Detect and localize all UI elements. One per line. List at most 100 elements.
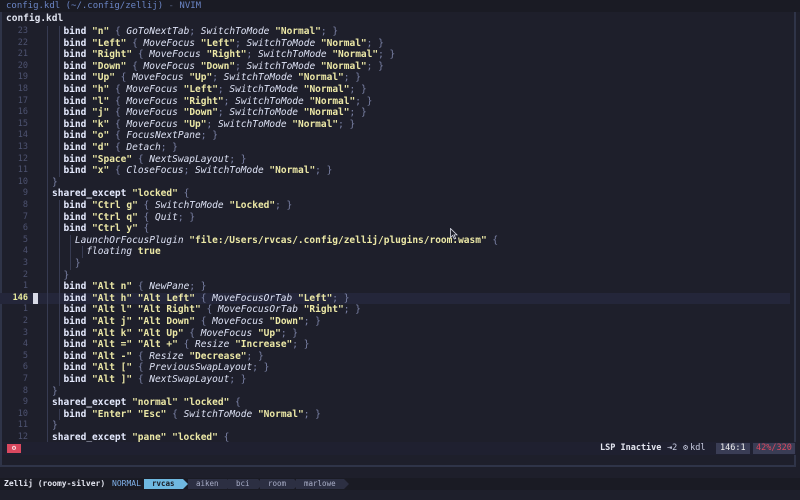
code-text: bind "Alt j" "Alt Down" { MoveFocus "Dow… (63, 316, 320, 328)
code-text: LaunchOrFocusPlugin "file:/Users/rvcas/.… (75, 235, 498, 247)
line-number: 3 (22, 258, 28, 268)
code-text: } (52, 386, 58, 398)
code-line[interactable]: 19 bind "Up" { MoveFocus "Up"; SwitchToMo… (0, 72, 790, 84)
code-token: ; } (275, 200, 293, 211)
code-line[interactable]: 6 bind "Alt [" { PreviousSwapLayout; } (0, 362, 790, 374)
code-line[interactable]: 20 bind "Down" { MoveFocus "Down"; Switch… (0, 60, 790, 73)
zellij-tab[interactable]: room (260, 479, 300, 489)
code-line[interactable]: 3 bind "Alt k" "Alt Up" { MoveFocus "Up";… (0, 327, 790, 340)
zellij-tab[interactable]: rvcas (144, 479, 188, 489)
code-token: ; } (229, 374, 247, 385)
code-line[interactable]: 14 bind "o" { FocusNextPane; } (0, 130, 790, 142)
code-line[interactable]: 17 bind "l" { MoveFocus "Right"; SwitchTo… (0, 95, 790, 108)
zellij-tab[interactable]: aiken (188, 479, 232, 489)
current-line[interactable]: 146 bind "Alt h" "Alt Left" { MoveFocusOr… (0, 292, 790, 305)
code-token: NextSwapLayout (149, 153, 230, 165)
indent-guide (70, 258, 72, 270)
indent-guide (47, 339, 49, 351)
code-token: NewPane (149, 281, 190, 293)
code-token: NextSwapLayout (149, 374, 230, 385)
line-number: 14 (17, 130, 28, 141)
code-token: bind (63, 165, 93, 177)
code-token: SwitchToMode (195, 165, 270, 177)
editor-buffer[interactable]: 23 bind "n" { GoToNextTab; SwitchToMode "… (0, 26, 800, 444)
code-token: SwitchToMode (223, 72, 299, 84)
code-token: ; (217, 84, 230, 95)
code-line[interactable]: 13 bind "d" { Detach; } (0, 142, 790, 154)
line-number: 6 (22, 362, 28, 373)
code-line[interactable]: 8 bind "Ctrl g" { SwitchToMode "Locked"; … (0, 200, 790, 212)
code-token: Resize (149, 350, 190, 362)
indent-guide (47, 374, 49, 386)
code-line[interactable]: 5 bind "Alt -" { Resize "Decrease"; } (0, 350, 790, 363)
code-token: "Alt l" "Alt Right" (92, 304, 201, 316)
code-line[interactable]: 7 bind "Ctrl q" { Quit; } (0, 211, 790, 224)
code-line[interactable]: 2} (0, 269, 790, 282)
code-line[interactable]: 2 bind "Alt j" "Alt Down" { MoveFocus "Do… (0, 316, 790, 328)
code-line[interactable]: 4 floating true (0, 246, 790, 258)
code-line[interactable]: 21 bind "Right" { MoveFocus "Right"; Swit… (0, 49, 790, 61)
code-token: "Locked" (229, 200, 276, 211)
code-line[interactable]: 23 bind "n" { GoToNextTab; SwitchToMode "… (0, 26, 790, 38)
code-line[interactable]: 18 bind "h" { MoveFocus "Left"; SwitchToM… (0, 84, 790, 96)
indent-guide (58, 60, 60, 73)
code-line[interactable]: 16 bind "j" { MoveFocus "Down"; SwitchToM… (0, 107, 790, 119)
code-line[interactable]: 9 shared_except "normal" "locked" { (0, 397, 790, 409)
line-number: 6 (22, 223, 28, 234)
code-token: "Alt [" (92, 362, 133, 374)
code-line[interactable]: 3} (0, 258, 790, 270)
code-line[interactable]: 1 bind "Alt n" { NewPane; } (0, 281, 790, 293)
code-text: bind "Alt k" "Alt Up" { MoveFocus "Up"; … (63, 328, 298, 340)
line-number: 2 (22, 269, 28, 280)
code-token: ; (212, 72, 224, 84)
code-token: ; } (160, 142, 178, 153)
code-line[interactable]: 9 shared_except "locked" { (0, 188, 790, 200)
code-line[interactable]: 7 bind "Alt ]" { NextSwapLayout; } (0, 374, 790, 386)
window-title-bar: config.kdl (~/.config/zellij) - NVIM (0, 0, 800, 12)
indent-guide (58, 316, 60, 328)
code-line[interactable]: 11} (0, 420, 790, 432)
line-number: 20 (17, 60, 28, 71)
buffer-tab[interactable]: config.kdl (6, 13, 63, 25)
code-token: MoveFocus (126, 84, 184, 95)
code-line[interactable]: 15 bind "k" { MoveFocus "Up"; SwitchToMod… (0, 118, 790, 131)
code-token: "Increase" (235, 339, 293, 351)
code-token: ; } (303, 408, 321, 420)
code-token: CloseFocus (126, 165, 184, 177)
code-token: { (114, 72, 133, 84)
code-line[interactable]: 1 bind "Alt l" "Alt Right" { MoveFocusOrT… (0, 304, 790, 316)
code-text: bind "Right" { MoveFocus "Right"; Switch… (63, 49, 395, 61)
code-token: MoveFocus (149, 49, 207, 61)
code-line[interactable]: 11 bind "x" { CloseFocus; SwitchToMode "N… (0, 165, 790, 177)
code-line[interactable]: 12 bind "Space" { NextSwapLayout; } (0, 153, 790, 166)
code-line[interactable]: 10} (0, 176, 790, 189)
code-token: bind (63, 281, 93, 293)
code-token: "Down" (200, 60, 236, 72)
code-token: { (132, 49, 150, 61)
code-token: bind (63, 223, 93, 235)
indent-guide (70, 246, 72, 258)
code-token: "d" (92, 142, 110, 153)
code-line[interactable]: 6 bind "Ctrl y" { (0, 223, 790, 235)
line-number: 4 (22, 339, 28, 350)
code-line[interactable]: 22 bind "Left" { MoveFocus "Left"; Switch… (0, 37, 790, 50)
code-line[interactable]: 8} (0, 385, 790, 398)
code-token: "Left" (183, 84, 218, 95)
code-token: ; } (189, 281, 207, 293)
code-line[interactable]: 5 LaunchOrFocusPlugin "file:/Users/rvcas/… (0, 234, 790, 247)
line-number: 1 (22, 304, 28, 315)
code-token: shared_except (52, 397, 133, 409)
code-line[interactable]: 10 bind "Enter" "Esc" { SwitchToMode "Nor… (0, 408, 790, 421)
code-line[interactable]: 4 bind "Alt =" "Alt +" { Resize "Increase… (0, 339, 790, 351)
indent-guide (47, 408, 49, 421)
code-token: { (132, 153, 150, 165)
zellij-tab[interactable]: marlowe (296, 479, 349, 489)
indent-guide (47, 165, 49, 177)
zellij-tab[interactable]: bci (228, 479, 263, 489)
filetype-indicator: ⚙ kdl (683, 442, 705, 455)
code-text: bind "Alt =" "Alt +" { Resize "Increase"… (63, 339, 309, 351)
code-token: { (177, 339, 196, 351)
code-token: } (74, 258, 81, 269)
indent-guide (47, 118, 49, 131)
indent-guide (47, 234, 49, 247)
